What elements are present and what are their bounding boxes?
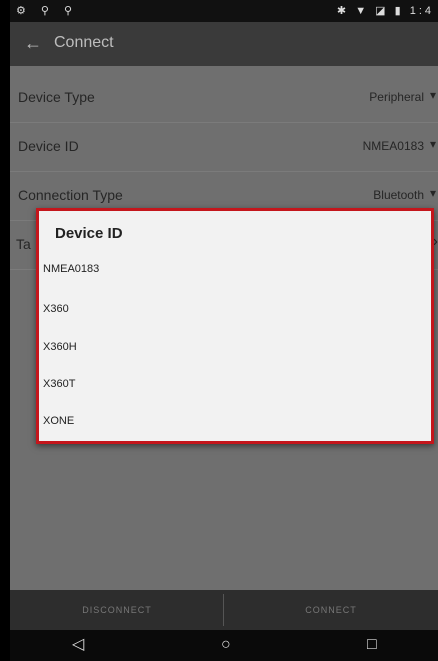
disconnect-button[interactable]: DISCONNECT	[10, 590, 224, 630]
dropdown-caret-icon: ▾	[429, 186, 436, 200]
connect-button[interactable]: CONNECT	[224, 590, 438, 630]
status-icons-left: ⚙ ⚲ ⚲	[16, 5, 79, 17]
status-bar: ⚙ ⚲ ⚲ ✱ ▼ ◪ ▮ 1:4	[10, 0, 438, 22]
status-icons-right: ✱ ▼ ◪ ▮ 1:4	[336, 5, 434, 17]
setting-value: NMEA0183	[362, 139, 424, 153]
setting-label: Ta	[16, 236, 31, 252]
dialog-title: Device ID	[55, 225, 123, 242]
setting-label: Device Type	[18, 89, 95, 105]
dropdown-caret-icon: ▾	[429, 88, 436, 102]
dialog-option[interactable]: XONE	[43, 415, 74, 427]
dialog-option[interactable]: X360H	[43, 341, 77, 353]
dialog-option[interactable]: X360T	[43, 378, 75, 390]
system-nav-bar: ◁ ○ □	[10, 630, 438, 661]
back-arrow-icon[interactable]: ←	[24, 33, 42, 53]
nav-home-icon[interactable]: ○	[221, 636, 231, 654]
nav-back-icon[interactable]: ◁	[72, 636, 84, 654]
setting-label: Device ID	[18, 138, 79, 154]
dropdown-caret-icon: ▾	[429, 137, 436, 151]
page-title: Connect	[54, 34, 114, 51]
setting-row-device-id[interactable]: Device ID NMEA0183 ▾	[10, 123, 438, 172]
setting-value: Peripheral	[369, 90, 424, 104]
setting-value: Bluetooth	[373, 188, 424, 202]
device-id-dialog: Device ID NMEA0183 X360 X360H X360T XONE	[36, 208, 434, 444]
dialog-option[interactable]: NMEA0183	[43, 263, 99, 275]
nav-recents-icon[interactable]: □	[367, 636, 377, 654]
app-bar: ← Connect	[10, 22, 438, 66]
setting-row-device-type[interactable]: Device Type Peripheral ▾	[10, 74, 438, 123]
device-screen: ⚙ ⚲ ⚲ ✱ ▼ ◪ ▮ 1:4 ← Connect Device Type …	[10, 0, 438, 661]
dialog-option[interactable]: X360	[43, 303, 69, 315]
setting-label: Connection Type	[18, 187, 123, 203]
action-bar: DISCONNECT CONNECT	[10, 590, 438, 630]
